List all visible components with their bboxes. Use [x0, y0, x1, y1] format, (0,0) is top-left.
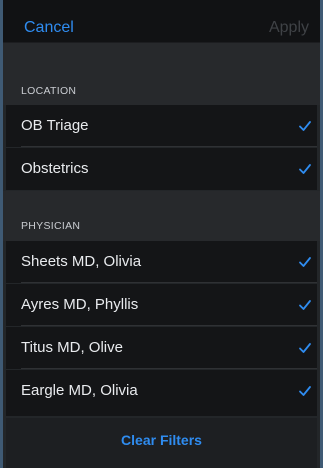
physician-row-label: Ayres MD, Phyllis	[21, 296, 139, 313]
physician-row-label: Eargle MD, Olivia	[21, 382, 138, 399]
location-row-ob-triage[interactable]: OB Triage	[6, 105, 317, 147]
physician-row-titus[interactable]: Titus MD, Olive	[6, 327, 317, 369]
row-divider	[21, 146, 317, 147]
physician-row-label: Sheets MD, Olivia	[21, 253, 142, 270]
cancel-button[interactable]: Cancel	[24, 18, 74, 38]
location-section-header-area: LOCATION	[0, 43, 323, 105]
location-row-label: Obstetrics	[21, 160, 89, 177]
physician-section-header: PHYSICIAN	[21, 220, 81, 232]
location-row-obstetrics[interactable]: Obstetrics	[6, 148, 317, 190]
physician-section-header-area: PHYSICIAN	[0, 191, 323, 241]
location-row-label: OB Triage	[21, 117, 89, 134]
checkmark-icon	[299, 343, 311, 353]
checkmark-icon	[299, 300, 311, 310]
location-section-header: LOCATION	[21, 85, 77, 97]
apply-button[interactable]: Apply	[269, 18, 309, 38]
physician-row-eargle[interactable]: Eargle MD, Olivia	[6, 370, 317, 416]
checkmark-icon	[299, 257, 311, 267]
row-divider	[21, 325, 317, 326]
filter-screen: Cancel Apply LOCATION OB Triage Obstetri…	[0, 0, 323, 468]
clear-filters-button[interactable]: Clear Filters	[6, 432, 317, 448]
footer-bar: Clear Filters	[6, 418, 317, 468]
checkmark-icon	[299, 164, 311, 174]
checkmark-icon	[299, 121, 311, 131]
row-divider	[21, 368, 317, 369]
physician-row-label: Titus MD, Olive	[21, 339, 123, 356]
physician-row-sheets[interactable]: Sheets MD, Olivia	[6, 241, 317, 283]
row-divider	[21, 282, 317, 283]
checkmark-icon	[299, 386, 311, 396]
nav-bar: Cancel Apply	[0, 0, 323, 43]
physician-row-ayres[interactable]: Ayres MD, Phyllis	[6, 284, 317, 326]
